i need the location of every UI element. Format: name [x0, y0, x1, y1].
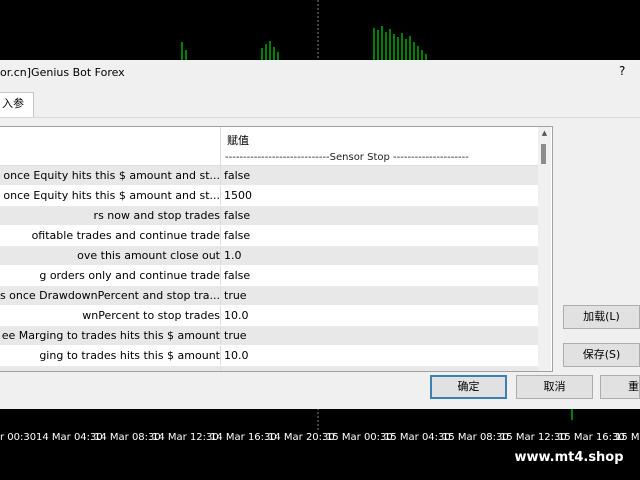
parameter-row[interactable]: g orders only and continue trade false	[0, 266, 538, 286]
ea-properties-dialog: or.cn]Genius Bot Forex ? 入参数 赋值 --------…	[0, 60, 640, 409]
parameter-row[interactable]: ofitable trades and continue trade false	[0, 226, 538, 246]
parameter-value[interactable]: 1.0	[220, 246, 538, 265]
value-header-label: 赋值	[227, 134, 249, 147]
time-label: 15 Mar 00:30	[326, 432, 393, 443]
time-label: 14 Mar 08:30	[94, 432, 161, 443]
parameter-row[interactable]: rs once Equity hits this $ amount and st…	[0, 186, 538, 206]
cancel-button[interactable]: 取消	[516, 375, 593, 399]
parameter-row[interactable]: es once DrawdownPercent and stop tra... t…	[0, 286, 538, 306]
parameter-row[interactable]: ging to trades hits this $ amount 10.0	[0, 346, 538, 366]
parameter-name: ove this amount close out	[77, 249, 220, 262]
parameter-value[interactable]: true	[220, 326, 538, 345]
time-label: r 00:30	[0, 432, 37, 443]
parameter-value[interactable]: false	[220, 226, 538, 245]
parameter-value[interactable]: 1500	[220, 186, 538, 205]
parameter-name: es once DrawdownPercent and stop tra...	[0, 289, 220, 302]
grid-header: 赋值 -----------------------------Sensor S…	[0, 127, 538, 166]
parameters-grid: 赋值 -----------------------------Sensor S…	[0, 126, 553, 372]
parameter-name: rs once Equity hits this $ amount and st…	[0, 189, 220, 202]
parameter-name: ofitable trades and continue trade	[31, 229, 220, 242]
parameter-value[interactable]: false	[220, 266, 538, 285]
parameter-row[interactable]: orStopfalse	[0, 366, 538, 371]
parameter-name: wnPercent to stop trades	[82, 309, 220, 322]
parameter-name: ee Marging to trades hits this $ amount	[1, 329, 220, 342]
parameter-row[interactable]: rs once Equity hits this $ amount and st…	[0, 166, 538, 186]
time-label: 14 Mar 20:30	[268, 432, 335, 443]
save-button[interactable]: 保存(S)	[563, 343, 640, 367]
scrollbar-thumb[interactable]	[541, 144, 546, 164]
parameter-value[interactable]: 10.0	[220, 306, 538, 325]
parameter-name: rs once Equity hits this $ amount and st…	[0, 169, 220, 182]
time-label: 15 Mar 20	[615, 432, 640, 443]
dialog-title: or.cn]Genius Bot Forex	[0, 66, 125, 79]
parameter-name: rs now and stop trades	[93, 209, 220, 222]
site-watermark: www.mt4.shop	[498, 447, 640, 469]
time-label: 15 Mar 04:30	[384, 432, 451, 443]
parameter-name: ging to trades hits this $ amount	[39, 349, 220, 362]
tab-bar: 入参数	[0, 92, 640, 132]
help-button[interactable]: ?	[619, 64, 625, 78]
load-button[interactable]: 加载(L)	[563, 305, 640, 329]
parameter-row[interactable]: ove this amount close out 1.0	[0, 246, 538, 266]
ok-button[interactable]: 确定	[430, 375, 507, 399]
reset-button[interactable]: 重	[600, 375, 640, 399]
parameter-row[interactable]: ee Marging to trades hits this $ amount t…	[0, 326, 538, 346]
time-label: 14 Mar 16:30	[210, 432, 277, 443]
tab-input-parameters[interactable]: 入参数	[0, 92, 34, 132]
time-label: 15 Mar 08:30	[442, 432, 509, 443]
parameter-name: g orders only and continue trade	[39, 269, 220, 282]
parameter-value[interactable]: false	[220, 166, 538, 185]
value-column-header[interactable]: 赋值 -----------------------------Sensor S…	[220, 127, 539, 165]
parameter-value[interactable]: true	[220, 286, 538, 305]
time-axis: r 00:30 14 Mar 04:30 14 Mar 08:30 14 Mar…	[0, 430, 640, 448]
time-label: 14 Mar 12:30	[152, 432, 219, 443]
parameter-value[interactable]: false	[220, 206, 538, 225]
vertical-scrollbar[interactable]: ▲	[538, 127, 551, 371]
parameter-row[interactable]: wnPercent to stop trades 10.0	[0, 306, 538, 326]
parameter-value[interactable]: false	[220, 366, 538, 371]
parameter-name: orStop	[184, 366, 220, 371]
scroll-up-arrow-icon[interactable]: ▲	[538, 129, 551, 139]
time-label: 15 Mar 12:30	[500, 432, 567, 443]
section-separator: -----------------------------Sensor Stop…	[225, 152, 469, 163]
parameter-rows: rs once Equity hits this $ amount and st…	[0, 166, 538, 371]
parameter-row[interactable]: rs now and stop trades false	[0, 206, 538, 226]
parameter-value[interactable]: 10.0	[220, 346, 538, 365]
time-label: 14 Mar 04:30	[36, 432, 103, 443]
